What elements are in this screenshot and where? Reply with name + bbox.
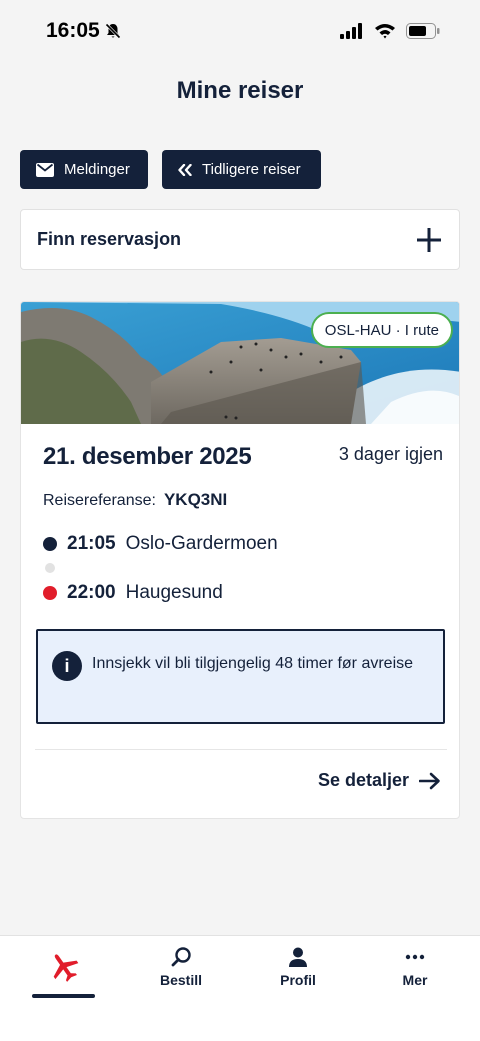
page-header: Mine reiser (0, 62, 480, 120)
trip-date: 21. desember 2025 (43, 443, 252, 470)
messages-label: Meldinger (64, 161, 130, 178)
battery-icon (406, 23, 440, 39)
bottom-tab-bar: Bestill Profil Mer (0, 935, 480, 1041)
see-details-label: Se detaljer (317, 770, 409, 790)
find-reservation-row[interactable]: Finn reservasjon (20, 209, 460, 270)
route-status-badge: OSL-HAU · I rute (310, 312, 453, 348)
plane-icon (53, 954, 79, 982)
tab-mer[interactable]: Mer (355, 936, 475, 1016)
tab-trips[interactable] (4, 936, 124, 1016)
days-left: 3 dager igjen (338, 444, 443, 464)
plus-icon[interactable] (415, 226, 443, 254)
tab-bestill[interactable]: Bestill (121, 936, 241, 1016)
envelope-icon (36, 162, 54, 177)
booking-reference: Reisereferanse: YKQ3NI (43, 490, 227, 510)
departure-place: Oslo-Gardermoen (125, 533, 278, 554)
signal-icon (340, 23, 362, 39)
departure-segment: 21:05 Oslo-Gardermoen (43, 533, 278, 555)
status-time-group: 16:05 (46, 19, 122, 43)
previous-trips-button[interactable]: Tidligere reiser (162, 150, 321, 189)
route-connector-dot (45, 563, 55, 573)
main-content: Meldinger Tidligere reiser Finn reservas… (0, 120, 480, 935)
tab-profil[interactable]: Profil (238, 936, 358, 1016)
double-chevron-left-icon (178, 163, 192, 176)
messages-button[interactable]: Meldinger (20, 150, 148, 189)
tab-mer-label: Mer (402, 972, 428, 988)
tab-bestill-label: Bestill (159, 972, 202, 988)
reference-label: Reisereferanse: (43, 492, 156, 509)
arrow-right-icon (419, 772, 440, 789)
more-icon (405, 954, 425, 960)
wifi-icon (375, 24, 395, 39)
arrival-time: 22:00 (67, 582, 116, 603)
status-bar: 16:05 (0, 0, 480, 62)
search-icon (171, 947, 191, 967)
info-icon: i (52, 651, 82, 681)
trip-card[interactable]: OSL-HAU · I rute 21. desember 2025 3 dag… (20, 301, 460, 819)
page-title: Mine reiser (176, 77, 304, 104)
card-divider (35, 749, 447, 750)
action-row: Meldinger Tidligere reiser (20, 150, 321, 189)
bell-slash-icon (105, 23, 121, 39)
arrival-place: Haugesund (125, 582, 223, 603)
find-reservation-label: Finn reservasjon (37, 229, 182, 249)
active-tab-indicator (32, 994, 95, 998)
checkin-info-box: i Innsjekk vil bli tilgjengelig 48 timer… (36, 629, 445, 724)
status-icons (340, 23, 440, 39)
checkin-info-text: Innsjekk vil bli tilgjengelig 48 timer f… (92, 655, 414, 672)
departure-time: 21:05 (67, 533, 116, 554)
user-icon (289, 947, 307, 967)
arrival-segment: 22:00 Haugesund (43, 582, 223, 604)
reference-value: YKQ3NI (163, 490, 228, 509)
arrival-dot (43, 586, 57, 600)
tab-profil-label: Profil (280, 972, 316, 988)
see-details-link[interactable]: Se detaljer (318, 770, 441, 791)
departure-dot (43, 537, 57, 551)
status-time: 16:05 (46, 19, 100, 42)
destination-image: OSL-HAU · I rute (21, 302, 459, 424)
previous-trips-label: Tidligere reiser (202, 161, 301, 178)
